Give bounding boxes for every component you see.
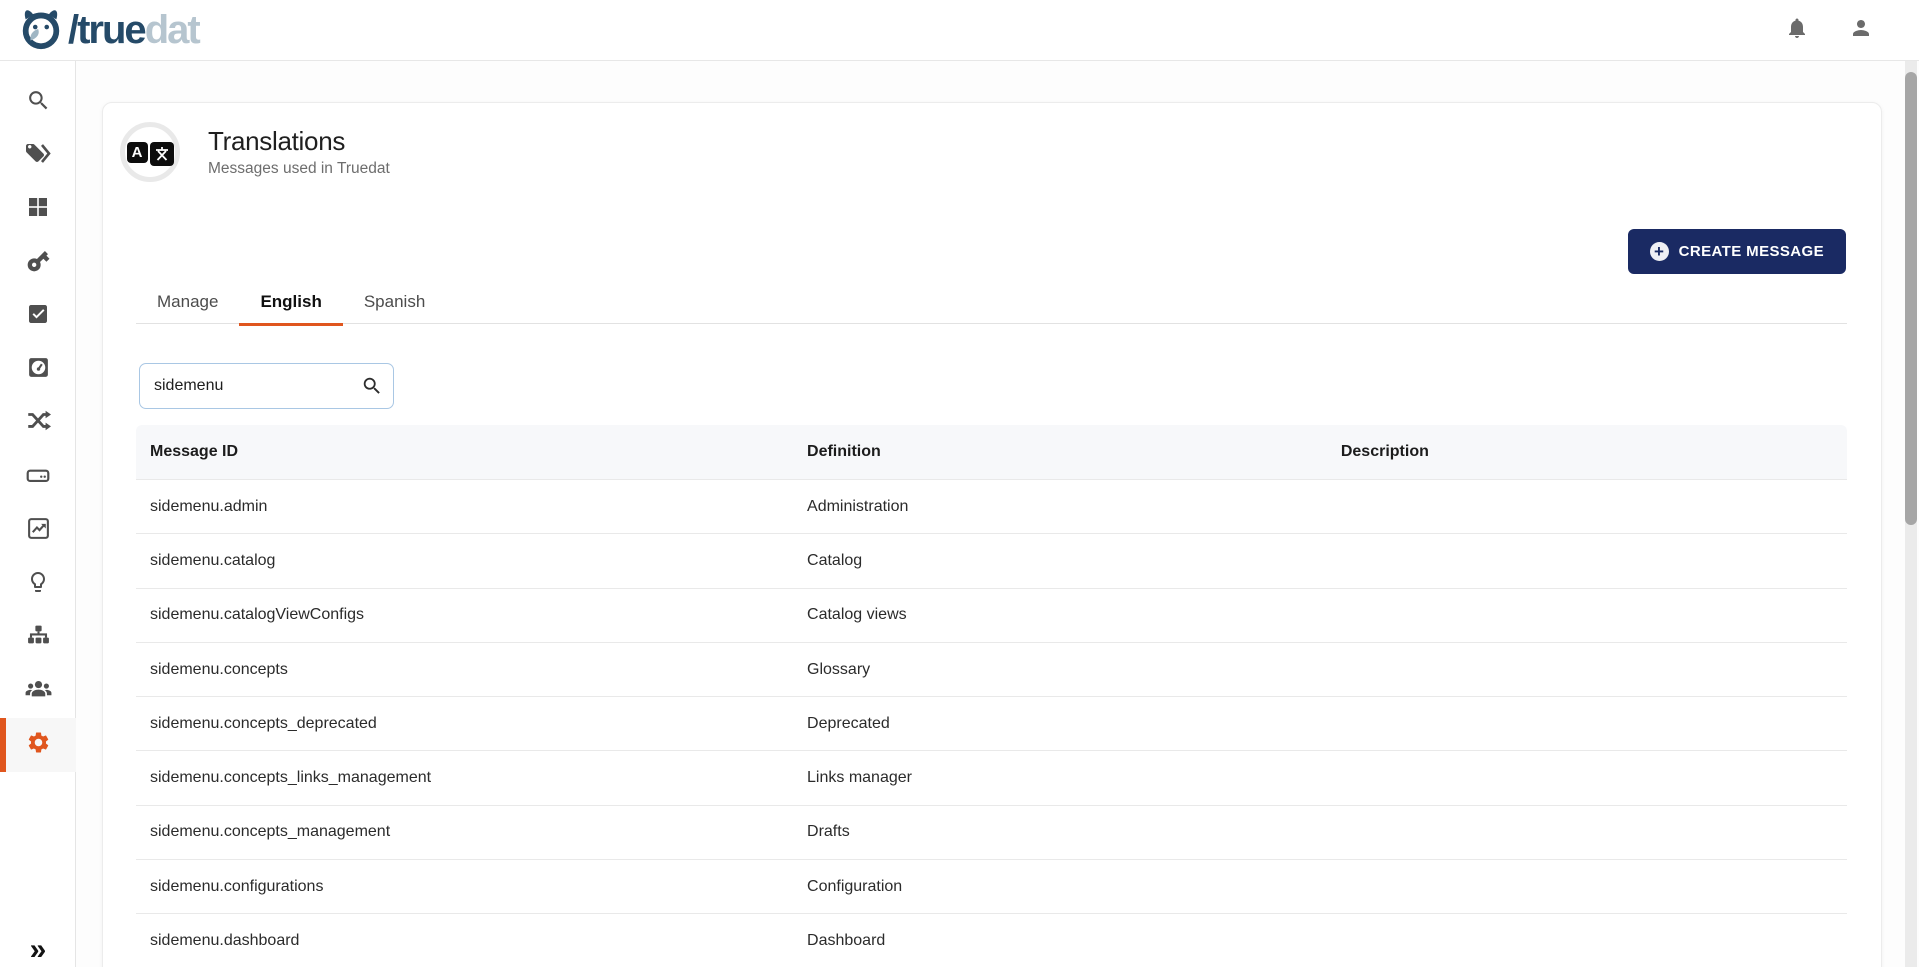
cell-message-id: sidemenu.concepts_links_management — [136, 769, 793, 787]
sidebar-item-lineage[interactable] — [0, 397, 76, 451]
cell-definition: Drafts — [793, 823, 1327, 841]
page-header: A Translations Messages used in Truedat — [120, 122, 390, 182]
translate-icon: A — [120, 122, 180, 182]
truedat-logo[interactable]: /truedat — [18, 4, 199, 57]
user-profile-icon[interactable] — [1849, 16, 1873, 45]
notifications-bell-icon[interactable] — [1785, 16, 1809, 45]
messages-table: Message ID Definition Description sideme… — [136, 425, 1847, 967]
table-row[interactable]: sidemenu.conceptsGlossary — [136, 642, 1847, 696]
checkbox-icon — [26, 302, 50, 331]
search-icon[interactable] — [361, 375, 383, 402]
cell-message-id: sidemenu.concepts_deprecated — [136, 715, 793, 733]
table-row[interactable]: sidemenu.configurationsConfiguration — [136, 859, 1847, 913]
cell-message-id: sidemenu.configurations — [136, 878, 793, 896]
page-subtitle: Messages used in Truedat — [208, 160, 390, 178]
table-row[interactable]: sidemenu.concepts_links_managementLinks … — [136, 750, 1847, 804]
tab-english[interactable]: English — [239, 283, 342, 324]
chevrons-right-icon: » — [30, 933, 47, 966]
sidebar-item-insights[interactable] — [0, 558, 76, 612]
table-row[interactable]: sidemenu.catalogViewConfigsCatalog views — [136, 588, 1847, 642]
grid-icon — [26, 195, 50, 224]
table-body: sidemenu.adminAdministrationsidemenu.cat… — [136, 479, 1847, 967]
tab-manage[interactable]: Manage — [136, 283, 239, 324]
scrollbar-thumb[interactable] — [1905, 72, 1917, 525]
key-icon — [25, 248, 51, 279]
cell-message-id: sidemenu.concepts_management — [136, 823, 793, 841]
column-header-message-id: Message ID — [136, 443, 793, 461]
sidebar-item-tags[interactable] — [0, 130, 76, 184]
table-row[interactable]: sidemenu.concepts_deprecatedDeprecated — [136, 696, 1847, 750]
lightbulb-icon — [26, 570, 50, 599]
sidebar-item-taxonomy[interactable] — [0, 611, 76, 665]
users-icon — [25, 675, 52, 707]
app-root: /truedat — [0, 0, 1919, 967]
sidebar-item-structures[interactable] — [0, 451, 76, 505]
cell-definition: Configuration — [793, 878, 1327, 896]
sidebar-item-permissions[interactable] — [0, 237, 76, 291]
translations-card: A Translations Messages used in Truedat … — [102, 102, 1882, 967]
sidebar-item-search[interactable] — [0, 76, 76, 130]
cell-definition: Catalog views — [793, 606, 1327, 624]
search-input[interactable] — [139, 363, 394, 409]
sidebar-item-catalog[interactable] — [0, 183, 76, 237]
table-header-row: Message ID Definition Description — [136, 425, 1847, 479]
sidebar-item-quality[interactable] — [0, 344, 76, 398]
cell-definition: Catalog — [793, 552, 1327, 570]
gauge-icon — [26, 355, 51, 385]
chart-icon — [26, 516, 51, 546]
cell-definition: Administration — [793, 498, 1327, 516]
shuffle-icon — [25, 408, 51, 439]
tab-spanish[interactable]: Spanish — [343, 283, 446, 324]
language-tabs: Manage English Spanish — [136, 283, 1847, 324]
cell-message-id: sidemenu.dashboard — [136, 932, 793, 950]
table-row[interactable]: sidemenu.catalogCatalog — [136, 533, 1847, 587]
cell-message-id: sidemenu.admin — [136, 498, 793, 516]
drive-icon — [25, 462, 51, 493]
column-header-definition: Definition — [793, 443, 1327, 461]
sidebar: » — [0, 61, 76, 967]
cell-definition: Links manager — [793, 769, 1327, 787]
message-search — [139, 363, 394, 409]
sidebar-item-analytics[interactable] — [0, 504, 76, 558]
column-header-description: Description — [1327, 443, 1847, 461]
search-icon — [26, 88, 51, 118]
logo-wordmark: /truedat — [68, 10, 199, 50]
cell-message-id: sidemenu.catalog — [136, 552, 793, 570]
page-scrollbar — [1905, 61, 1917, 967]
table-row[interactable]: sidemenu.adminAdministration — [136, 479, 1847, 533]
tag-icon — [25, 141, 51, 172]
sidebar-item-settings[interactable] — [0, 718, 76, 772]
cell-message-id: sidemenu.concepts — [136, 661, 793, 679]
table-row[interactable]: sidemenu.dashboardDashboard — [136, 913, 1847, 967]
sidebar-item-users[interactable] — [0, 665, 76, 719]
cell-definition: Deprecated — [793, 715, 1327, 733]
cell-definition: Glossary — [793, 661, 1327, 679]
top-navbar: /truedat — [0, 0, 1919, 61]
cell-definition: Dashboard — [793, 932, 1327, 950]
table-row[interactable]: sidemenu.concepts_managementDrafts — [136, 805, 1847, 859]
sidebar-item-rules[interactable] — [0, 290, 76, 344]
sidebar-expand-button[interactable]: » — [0, 935, 76, 965]
gear-icon — [26, 730, 51, 760]
page-title: Translations — [208, 126, 390, 157]
create-message-button[interactable]: + CREATE MESSAGE — [1628, 229, 1846, 274]
cell-message-id: sidemenu.catalogViewConfigs — [136, 606, 793, 624]
sitemap-icon — [26, 623, 51, 653]
plus-circle-icon: + — [1650, 242, 1669, 261]
owl-logo-icon — [18, 4, 64, 57]
